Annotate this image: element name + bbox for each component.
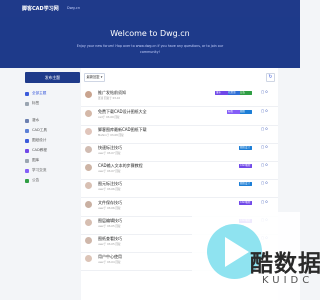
watermark-play-icon [225,237,249,267]
discussion-tag[interactable]: CAD教程 [239,201,252,205]
sidebar-item-label: 全部主题 [32,91,47,95]
sidebar-item-drawing-design[interactable]: 图纸设计 [25,137,46,144]
discussion-meta: user于 03-05 回复 [98,225,121,228]
reply-count-value: 0 [265,200,268,204]
sidebar-item-tags[interactable]: 标签 [25,100,39,107]
watermark-subtext: KUIDC [262,275,314,286]
sidebar-item-label: 标签 [32,101,40,105]
discussion-tag[interactable]: 已置顶 [227,91,240,95]
sidebar-item-water[interactable]: 灌水 [25,117,39,124]
reply-count-value: 0 [265,181,268,185]
sidebar-item-cad-tools[interactable]: CAD工具 [25,127,47,134]
reply-count: ▢ 0 [261,109,268,113]
reply-count-value: 0 [265,90,268,94]
discussion-row[interactable]: CAD输入文本的步骤教程 user于 03-07 回复 CAD教程 ▢ 0 [81,161,278,180]
discussion-tag[interactable]: 公告 [239,91,252,95]
discussion-meta: user于 03-05 回复 [98,243,121,246]
sidebar-item-all[interactable]: 全部主题 [25,90,46,97]
avatar[interactable] [85,146,92,153]
discussion-meta: Mahiro于 03-08 回复 [98,134,124,137]
reply-count: ▢ 0 [261,181,268,185]
discussion-meta: cad于 03-09 回复 [98,116,120,119]
sidebar-item-label: 学习交流 [32,168,47,172]
tag-color-icon [25,138,29,143]
discussion-row[interactable]: 快速标注技巧 user于 03-07 回复 图纸设计 ▢ 0 [81,143,278,162]
reply-count: ▢ 0 [261,90,268,94]
sidebar-item-exchange[interactable]: 学习交流 [25,167,46,174]
discussion-meta: user于 03-06 回复 [98,207,121,210]
discussion-tag[interactable]: 图纸 [239,110,252,114]
sidebar-item-label: 公告 [32,178,40,182]
discussion-meta: user于 03-06 回复 [98,188,121,191]
discussion-meta: user于 03-04 回复 [98,261,121,264]
reply-count: ▢ 0 [261,145,268,149]
sidebar-item-announcement[interactable]: 公告 [25,177,39,184]
sidebar-item-label: 图纸设计 [32,138,47,142]
sort-label: 最新回复 [86,75,100,79]
avatar[interactable] [85,201,92,208]
site-logo[interactable]: 脚客CAD学习网 [22,5,59,12]
watermark: 酷数据 KUIDC [192,212,320,300]
discussion-meta: user于 03-07 回复 [98,152,121,155]
discussion-tag[interactable]: CAD教程 [239,164,252,168]
tag-color-icon [25,168,29,173]
reply-count-value: 0 [265,127,268,131]
discussion-row[interactable]: 推广发帖前须知 置顶 回复于 03-10 公告 已置顶 灌水 ▢ 0 [81,88,278,107]
discussion-meta: user于 03-07 回复 [98,170,121,173]
reply-count-value: 0 [265,163,268,167]
reply-count: ▢ 0 [261,200,268,204]
discussion-tag[interactable]: 标签 [227,110,240,114]
sidebar-item-label: 灌水 [32,118,40,122]
sidebar-item-cad-tutorial[interactable]: CAD教程 [25,147,47,154]
sidebar-item-label: 图库 [32,158,40,162]
avatar[interactable] [85,164,92,171]
avatar[interactable] [85,91,92,98]
site-domain: Dwg.cn [67,6,81,10]
discussion-row[interactable]: 图元标注技巧 user于 03-06 回复 图纸设计 ▢ 0 [81,179,278,198]
tag-color-icon [25,148,29,153]
tag-color-icon [25,178,29,183]
discussion-tag[interactable]: 图纸设计 [239,146,252,150]
reply-count: ▢ 0 [261,127,268,131]
reply-count: ▢ 0 [261,163,268,167]
sort-dropdown[interactable]: 最新回复 ▾ [84,73,105,82]
tag-color-icon [25,118,29,123]
hero-title: Welcome to Dwg.cn [110,29,190,38]
avatar[interactable] [85,255,92,262]
new-discussion-button[interactable]: 发布主题 [25,72,80,83]
hero-banner: Welcome to Dwg.cn Enjoy your new forum! … [0,17,300,68]
avatar[interactable] [85,182,92,189]
discussion-meta: 置顶 回复于 03-10 [98,97,121,100]
avatar[interactable] [85,237,92,244]
watermark-text: 酷数据 [250,251,320,277]
sidebar-item-gallery[interactable]: 图库 [25,157,39,164]
sidebar-item-label: CAD教程 [32,148,47,152]
top-bar: 脚客CAD学习网 Dwg.cn [0,0,300,17]
refresh-icon[interactable]: ↻ [266,73,275,82]
avatar[interactable] [85,128,92,135]
sidebar-item-label: CAD工具 [32,128,47,132]
avatar[interactable] [85,219,92,226]
discussion-row[interactable]: 脚客图库最新CAD图纸下载 Mahiro于 03-08 回复 ▢ 0 [81,125,278,144]
tag-color-icon [25,128,29,133]
discussion-row[interactable]: 免费下载CAD设计图纸大全 cad于 03-09 回复 图纸 标签 ▢ 0 [81,107,278,126]
discussion-tag[interactable]: 图纸设计 [239,182,252,186]
reply-count-value: 0 [265,145,268,149]
avatar[interactable] [85,110,92,117]
hero-subtitle: Enjoy your new forum! Hop over to www.dw… [76,44,224,54]
reply-count-value: 0 [265,109,268,113]
tag-color-icon [25,158,29,163]
discussion-tag[interactable]: 灌水 [215,91,228,95]
tags-icon [25,101,29,106]
all-discussions-icon [25,91,29,96]
